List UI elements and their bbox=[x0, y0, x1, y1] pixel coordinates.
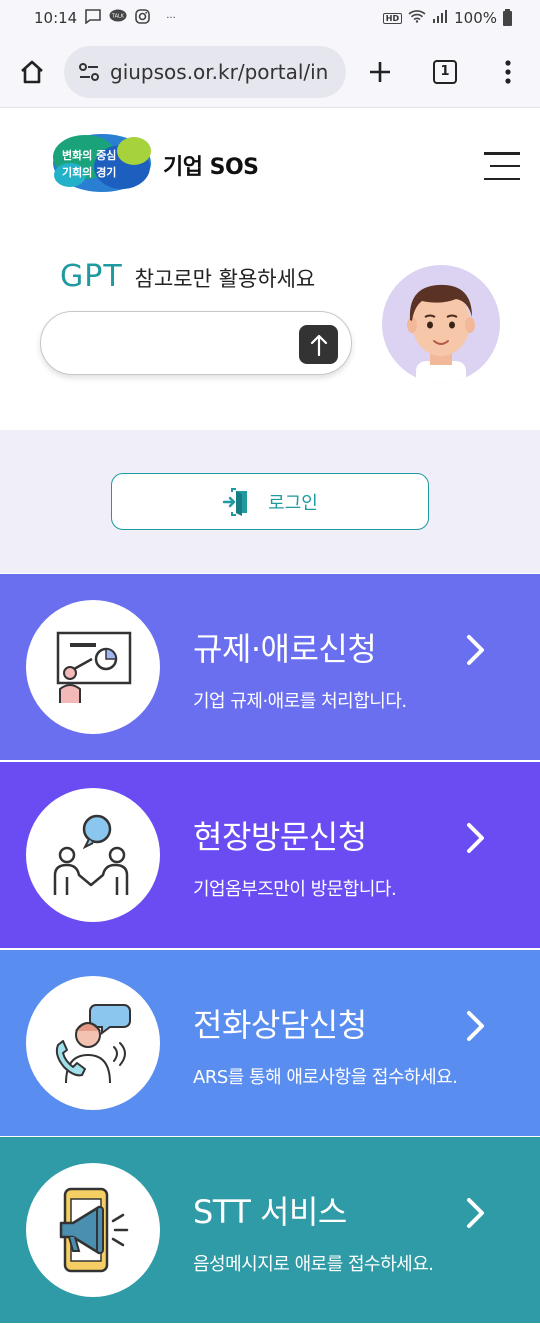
login-door-icon bbox=[222, 487, 248, 516]
meeting-icon bbox=[53, 814, 129, 895]
kakaotalk-icon: TALK bbox=[109, 9, 127, 27]
gpt-heading: GPT 참고로만 활용하세요 bbox=[60, 259, 315, 294]
logo-line-1: 변화의 중심 bbox=[62, 149, 117, 162]
chevron-right-icon bbox=[467, 823, 484, 853]
hd-voice-badge: HD bbox=[382, 12, 403, 24]
browser-toolbar: giupsos.or.kr/portal/in 1 bbox=[0, 36, 540, 108]
battery-icon bbox=[503, 8, 512, 26]
status-bar: 10:14 TALK ··· HD 100% bbox=[0, 0, 540, 36]
hamburger-line bbox=[484, 177, 520, 180]
more-menu-button[interactable] bbox=[476, 36, 540, 108]
service-title: STT 서비스 bbox=[193, 1193, 347, 1231]
chevron-right-icon bbox=[467, 1011, 484, 1041]
login-label: 로그인 bbox=[268, 492, 318, 514]
instagram-icon bbox=[135, 8, 151, 28]
battery-percent: 100% bbox=[454, 9, 497, 27]
gpt-input-box bbox=[40, 311, 352, 375]
service-description: 음성메시지로 애로를 접수하세요. bbox=[193, 1254, 434, 1275]
hamburger-line bbox=[490, 164, 520, 168]
service-icon-circle bbox=[26, 788, 160, 922]
site-name[interactable]: 기업 SOS bbox=[163, 149, 259, 181]
service-icon-circle bbox=[26, 600, 160, 734]
address-bar[interactable]: giupsos.or.kr/portal/in bbox=[64, 45, 346, 98]
service-title: 현장방문신청 bbox=[193, 818, 367, 856]
message-icon bbox=[85, 8, 102, 28]
gyeonggi-logo[interactable]: 변화의 중심 기회의 경기 bbox=[52, 133, 152, 193]
service-card-phone-consult[interactable]: 전화상담신청 ARS를 통해 애로사항을 접수하세요. bbox=[0, 950, 540, 1136]
service-card-site-visit[interactable]: 현장방문신청 기업옴부즈만이 방문합니다. bbox=[0, 762, 540, 948]
megaphone-phone-icon bbox=[59, 1187, 129, 1273]
chevron-right-icon bbox=[467, 1198, 484, 1228]
arrow-up-icon bbox=[310, 334, 327, 356]
service-description: 기업 규제·애로를 처리합니다. bbox=[193, 691, 407, 712]
site-header: 변화의 중심 기회의 경기 기업 SOS bbox=[0, 109, 540, 219]
phone-consult-icon bbox=[55, 1004, 131, 1084]
hamburger-menu-icon[interactable] bbox=[484, 152, 520, 180]
svg-text:TALK: TALK bbox=[111, 14, 125, 20]
service-title: 규제·애로신청 bbox=[193, 630, 377, 668]
signal-icon bbox=[432, 9, 448, 27]
service-icon-circle bbox=[26, 1163, 160, 1297]
gpt-brand: GPT bbox=[60, 259, 123, 294]
service-icon-circle bbox=[26, 976, 160, 1110]
new-tab-icon bbox=[370, 61, 390, 82]
url-text: giupsos.or.kr/portal/in bbox=[110, 59, 329, 84]
wifi-icon bbox=[408, 9, 426, 27]
login-button[interactable]: 로그인 bbox=[111, 473, 429, 530]
chevron-right-icon bbox=[467, 635, 484, 665]
service-description: ARS를 통해 애로사항을 접수하세요. bbox=[193, 1067, 458, 1088]
service-card-regulation[interactable]: 규제·애로신청 기업 규제·애로를 처리합니다. bbox=[0, 574, 540, 760]
login-section: 로그인 bbox=[0, 430, 540, 573]
home-button[interactable] bbox=[0, 36, 64, 108]
more-menu-icon bbox=[505, 59, 511, 84]
send-button[interactable] bbox=[299, 325, 338, 364]
tabs-button[interactable]: 1 bbox=[414, 36, 476, 108]
service-description: 기업옴부즈만이 방문합니다. bbox=[193, 879, 397, 900]
service-title: 전화상담신청 bbox=[193, 1006, 367, 1044]
presentation-icon bbox=[56, 631, 132, 703]
home-icon bbox=[21, 60, 43, 83]
logo-line-2: 기회의 경기 bbox=[62, 166, 117, 179]
new-tab-button[interactable] bbox=[346, 36, 414, 108]
site-settings-icon[interactable] bbox=[78, 62, 100, 82]
gpt-input[interactable] bbox=[61, 326, 291, 362]
gpt-description: 참고로만 활용하세요 bbox=[134, 267, 316, 291]
tabs-icon: 1 bbox=[433, 59, 457, 84]
service-card-stt[interactable]: STT 서비스 음성메시지로 애로를 접수하세요. bbox=[0, 1137, 540, 1323]
gpt-avatar bbox=[382, 265, 500, 383]
more-notifications-icon: ··· bbox=[166, 12, 176, 24]
hamburger-line bbox=[484, 152, 520, 155]
gpt-section: GPT 참고로만 활용하세요 bbox=[0, 219, 540, 430]
status-time: 10:14 bbox=[34, 9, 78, 27]
